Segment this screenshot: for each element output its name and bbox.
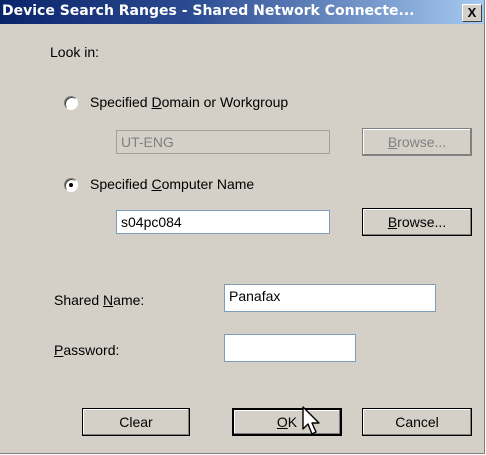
look-in-label: Look in:	[50, 44, 100, 60]
mouse-pointer-icon	[302, 406, 320, 435]
device-search-ranges-dialog: Device Search Ranges - Shared Network Co…	[0, 0, 485, 454]
browse-domain-accel: B	[387, 134, 398, 150]
password-label-post: assword:	[63, 342, 120, 358]
cancel-button[interactable]: Cancel	[362, 408, 472, 436]
shared-name-field[interactable]: Panafax	[224, 284, 436, 312]
ok-label: K	[287, 414, 298, 430]
computer-label-post: omputer Name	[161, 176, 255, 192]
close-icon: X	[467, 5, 477, 20]
window-title: Device Search Ranges - Shared Network Co…	[2, 3, 415, 19]
domain-label-post: omain or Workgroup	[161, 94, 289, 110]
title-bar[interactable]: Device Search Ranges - Shared Network Co…	[0, 0, 484, 24]
computer-label-accel: C	[151, 176, 162, 192]
ok-accel: O	[276, 414, 288, 430]
radio-specified-computer[interactable]	[64, 178, 78, 192]
computer-name-field[interactable]: s04pc084	[116, 210, 330, 234]
shared-name-label-post: ame:	[113, 292, 145, 308]
browse-domain-label: rowse...	[397, 134, 447, 150]
browse-computer-button[interactable]: Browse...	[362, 208, 472, 236]
password-label-accel: P	[54, 342, 64, 358]
browse-computer-label: rowse...	[397, 214, 447, 230]
radio-specified-domain-label[interactable]: Specified Domain or Workgroup	[90, 94, 288, 110]
shared-name-label-accel: N	[103, 292, 114, 308]
domain-workgroup-field[interactable]: UT-ENG	[116, 130, 330, 154]
radio-specified-domain[interactable]	[64, 96, 78, 110]
domain-label-accel: D	[151, 94, 162, 110]
computer-label-pre: Specified	[90, 176, 152, 192]
browse-computer-accel: B	[387, 214, 398, 230]
shared-name-label-pre: Shared	[54, 292, 104, 308]
domain-label-pre: Specified	[90, 94, 152, 110]
shared-name-label: Shared Name:	[54, 292, 144, 308]
radio-specified-computer-label[interactable]: Specified Computer Name	[90, 176, 254, 192]
ok-button[interactable]: OK	[232, 408, 342, 436]
browse-domain-button[interactable]: Browse...	[362, 128, 472, 156]
clear-button[interactable]: Clear	[82, 408, 190, 436]
close-button[interactable]: X	[462, 4, 482, 22]
password-label: Password:	[54, 342, 119, 358]
password-field[interactable]	[224, 334, 356, 362]
